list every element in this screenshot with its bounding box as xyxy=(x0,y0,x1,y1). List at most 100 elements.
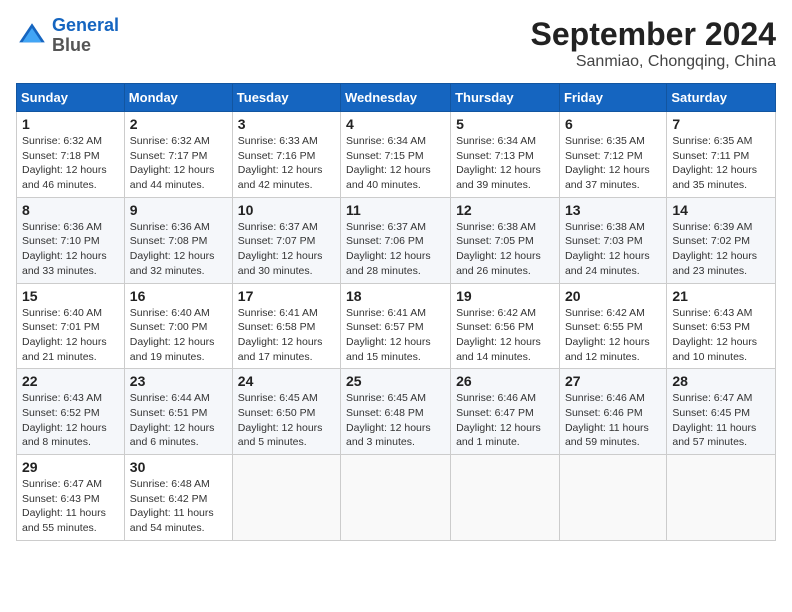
calendar-cell: 27 Sunrise: 6:46 AMSunset: 6:46 PMDayligh… xyxy=(559,369,666,455)
calendar-cell: 28Sunrise: 6:47 AMSunset: 6:45 PMDayligh… xyxy=(667,369,776,455)
day-info: Sunrise: 6:38 AMSunset: 7:05 PMDaylight:… xyxy=(456,220,554,279)
weekday-header-thursday: Thursday xyxy=(451,84,560,112)
calendar-header-row: SundayMondayTuesdayWednesdayThursdayFrid… xyxy=(17,84,776,112)
calendar-cell: 10 Sunrise: 6:37 AMSunset: 7:07 PMDayligh… xyxy=(232,197,340,283)
calendar-cell: 6 Sunrise: 6:35 AMSunset: 7:12 PMDaylight… xyxy=(559,112,666,198)
day-number: 6 xyxy=(565,116,661,132)
day-info: Sunrise: 6:32 AMSunset: 7:18 PMDaylight:… xyxy=(22,134,119,193)
calendar-cell: 7Sunrise: 6:35 AMSunset: 7:11 PMDaylight… xyxy=(667,112,776,198)
day-number: 5 xyxy=(456,116,554,132)
day-number: 15 xyxy=(22,288,119,304)
day-number: 27 xyxy=(565,373,661,389)
day-info: Sunrise: 6:42 AMSunset: 6:55 PMDaylight:… xyxy=(565,306,661,365)
calendar-table: SundayMondayTuesdayWednesdayThursdayFrid… xyxy=(16,83,776,541)
calendar-cell: 26Sunrise: 6:46 AMSunset: 6:47 PMDayligh… xyxy=(451,369,560,455)
day-info: Sunrise: 6:37 AMSunset: 7:07 PMDaylight:… xyxy=(238,220,335,279)
weekday-header-saturday: Saturday xyxy=(667,84,776,112)
day-number: 2 xyxy=(130,116,227,132)
day-info: Sunrise: 6:36 AMSunset: 7:08 PMDaylight:… xyxy=(130,220,227,279)
day-number: 19 xyxy=(456,288,554,304)
day-info: Sunrise: 6:41 AMSunset: 6:57 PMDaylight:… xyxy=(346,306,445,365)
calendar-week-5: 29 Sunrise: 6:47 AMSunset: 6:43 PMDayligh… xyxy=(17,455,776,541)
day-number: 24 xyxy=(238,373,335,389)
day-number: 17 xyxy=(238,288,335,304)
calendar-cell: 11Sunrise: 6:37 AMSunset: 7:06 PMDayligh… xyxy=(341,197,451,283)
weekday-header-tuesday: Tuesday xyxy=(232,84,340,112)
weekday-header-sunday: Sunday xyxy=(17,84,125,112)
day-number: 13 xyxy=(565,202,661,218)
weekday-header-friday: Friday xyxy=(559,84,666,112)
calendar-cell: 29 Sunrise: 6:47 AMSunset: 6:43 PMDayligh… xyxy=(17,455,125,541)
calendar-cell xyxy=(559,455,666,541)
calendar-cell: 22 Sunrise: 6:43 AMSunset: 6:52 PMDayligh… xyxy=(17,369,125,455)
location-subtitle: Sanmiao, Chongqing, China xyxy=(531,53,776,71)
day-info: Sunrise: 6:36 AMSunset: 7:10 PMDaylight:… xyxy=(22,220,119,279)
day-number: 18 xyxy=(346,288,445,304)
day-info: Sunrise: 6:47 AMSunset: 6:43 PMDaylight:… xyxy=(22,477,119,536)
day-info: Sunrise: 6:34 AMSunset: 7:15 PMDaylight:… xyxy=(346,134,445,193)
calendar-cell: 9 Sunrise: 6:36 AMSunset: 7:08 PMDaylight… xyxy=(124,197,232,283)
day-number: 14 xyxy=(672,202,770,218)
page-header: General Blue September 2024 Sanmiao, Cho… xyxy=(16,16,776,71)
day-number: 7 xyxy=(672,116,770,132)
day-number: 30 xyxy=(130,459,227,475)
day-info: Sunrise: 6:43 AMSunset: 6:52 PMDaylight:… xyxy=(22,391,119,450)
calendar-cell xyxy=(451,455,560,541)
day-info: Sunrise: 6:32 AMSunset: 7:17 PMDaylight:… xyxy=(130,134,227,193)
calendar-cell: 19 Sunrise: 6:42 AMSunset: 6:56 PMDayligh… xyxy=(451,283,560,369)
calendar-week-2: 8 Sunrise: 6:36 AMSunset: 7:10 PMDaylight… xyxy=(17,197,776,283)
logo-text: General Blue xyxy=(52,16,119,56)
calendar-cell xyxy=(232,455,340,541)
day-number: 9 xyxy=(130,202,227,218)
day-info: Sunrise: 6:43 AMSunset: 6:53 PMDaylight:… xyxy=(672,306,770,365)
title-block: September 2024 Sanmiao, Chongqing, China xyxy=(531,16,776,71)
calendar-cell: 8 Sunrise: 6:36 AMSunset: 7:10 PMDaylight… xyxy=(17,197,125,283)
day-info: Sunrise: 6:34 AMSunset: 7:13 PMDaylight:… xyxy=(456,134,554,193)
day-number: 11 xyxy=(346,202,445,218)
calendar-cell: 30 Sunrise: 6:48 AMSunset: 6:42 PMDayligh… xyxy=(124,455,232,541)
calendar-cell: 14Sunrise: 6:39 AMSunset: 7:02 PMDayligh… xyxy=(667,197,776,283)
day-number: 4 xyxy=(346,116,445,132)
day-number: 8 xyxy=(22,202,119,218)
weekday-header-wednesday: Wednesday xyxy=(341,84,451,112)
calendar-cell: 15Sunrise: 6:40 AMSunset: 7:01 PMDayligh… xyxy=(17,283,125,369)
calendar-cell: 16Sunrise: 6:40 AMSunset: 7:00 PMDayligh… xyxy=(124,283,232,369)
day-number: 28 xyxy=(672,373,770,389)
day-info: Sunrise: 6:42 AMSunset: 6:56 PMDaylight:… xyxy=(456,306,554,365)
day-info: Sunrise: 6:40 AMSunset: 7:00 PMDaylight:… xyxy=(130,306,227,365)
day-info: Sunrise: 6:46 AMSunset: 6:46 PMDaylight:… xyxy=(565,391,661,450)
calendar-cell: 13 Sunrise: 6:38 AMSunset: 7:03 PMDayligh… xyxy=(559,197,666,283)
day-info: Sunrise: 6:45 AMSunset: 6:48 PMDaylight:… xyxy=(346,391,445,450)
calendar-cell: 17 Sunrise: 6:41 AMSunset: 6:58 PMDayligh… xyxy=(232,283,340,369)
day-info: Sunrise: 6:44 AMSunset: 6:51 PMDaylight:… xyxy=(130,391,227,450)
calendar-cell: 24Sunrise: 6:45 AMSunset: 6:50 PMDayligh… xyxy=(232,369,340,455)
calendar-cell: 1 Sunrise: 6:32 AMSunset: 7:18 PMDaylight… xyxy=(17,112,125,198)
calendar-cell: 3 Sunrise: 6:33 AMSunset: 7:16 PMDaylight… xyxy=(232,112,340,198)
day-info: Sunrise: 6:33 AMSunset: 7:16 PMDaylight:… xyxy=(238,134,335,193)
day-info: Sunrise: 6:35 AMSunset: 7:12 PMDaylight:… xyxy=(565,134,661,193)
logo-icon xyxy=(16,20,48,52)
month-title: September 2024 xyxy=(531,16,776,53)
calendar-cell: 12 Sunrise: 6:38 AMSunset: 7:05 PMDayligh… xyxy=(451,197,560,283)
calendar-cell: 18 Sunrise: 6:41 AMSunset: 6:57 PMDayligh… xyxy=(341,283,451,369)
day-number: 23 xyxy=(130,373,227,389)
day-number: 10 xyxy=(238,202,335,218)
calendar-cell: 20Sunrise: 6:42 AMSunset: 6:55 PMDayligh… xyxy=(559,283,666,369)
day-info: Sunrise: 6:38 AMSunset: 7:03 PMDaylight:… xyxy=(565,220,661,279)
calendar-cell: 23 Sunrise: 6:44 AMSunset: 6:51 PMDayligh… xyxy=(124,369,232,455)
day-number: 3 xyxy=(238,116,335,132)
day-number: 22 xyxy=(22,373,119,389)
calendar-week-1: 1 Sunrise: 6:32 AMSunset: 7:18 PMDaylight… xyxy=(17,112,776,198)
calendar-cell: 2 Sunrise: 6:32 AMSunset: 7:17 PMDaylight… xyxy=(124,112,232,198)
day-info: Sunrise: 6:41 AMSunset: 6:58 PMDaylight:… xyxy=(238,306,335,365)
day-info: Sunrise: 6:48 AMSunset: 6:42 PMDaylight:… xyxy=(130,477,227,536)
calendar-cell xyxy=(341,455,451,541)
calendar-cell: 21Sunrise: 6:43 AMSunset: 6:53 PMDayligh… xyxy=(667,283,776,369)
calendar-week-3: 15Sunrise: 6:40 AMSunset: 7:01 PMDayligh… xyxy=(17,283,776,369)
day-number: 29 xyxy=(22,459,119,475)
day-number: 1 xyxy=(22,116,119,132)
calendar-cell: 5 Sunrise: 6:34 AMSunset: 7:13 PMDaylight… xyxy=(451,112,560,198)
day-number: 12 xyxy=(456,202,554,218)
calendar-week-4: 22 Sunrise: 6:43 AMSunset: 6:52 PMDayligh… xyxy=(17,369,776,455)
weekday-header-monday: Monday xyxy=(124,84,232,112)
